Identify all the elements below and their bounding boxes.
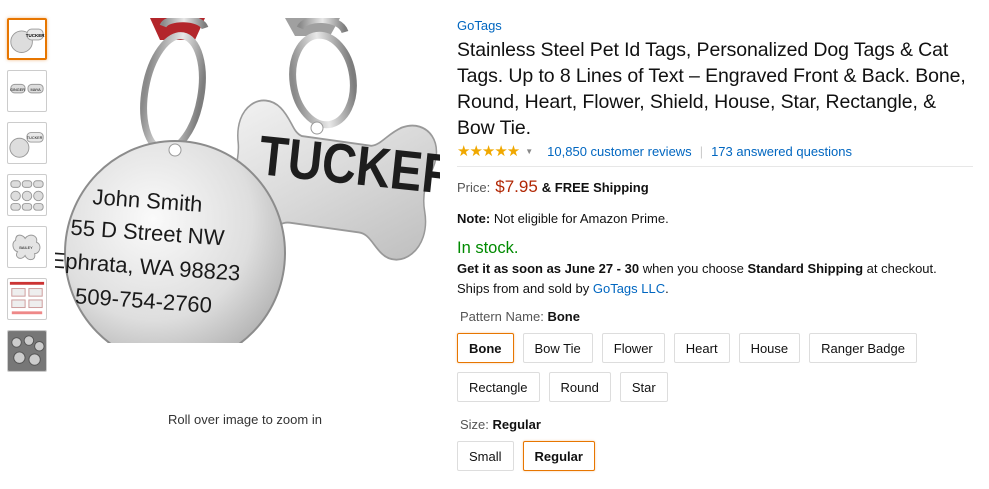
pattern-option-round[interactable]: Round [548,372,611,402]
pattern-option-heart[interactable]: Heart [673,333,730,363]
pattern-option-star[interactable]: Star [619,372,668,402]
product-photo: TUCKER John Smith 55 D Street NW Ephrata… [55,18,440,343]
product-info: GoTags Stainless Steel Pet Id Tags, Pers… [457,18,977,480]
svg-text:TUCKER: TUCKER [27,136,43,140]
delivery-when: when you choose [639,261,748,276]
svg-text:GINGER: GINGER [10,88,25,92]
prime-note: Note: Not eligible for Amazon Prime. [457,211,977,226]
brand-link[interactable]: GoTags [457,18,977,33]
pattern-option-bow-tie[interactable]: Bow Tie [522,333,593,363]
pattern-options: Bone Bow Tie Flower Heart House Ranger B… [457,333,977,411]
seller-link[interactable]: GoTags LLC [593,281,665,296]
price-row: Price: $7.95 & FREE Shipping [457,177,977,197]
main-product-image[interactable]: TUCKER John Smith 55 D Street NW Ephrata… [55,18,440,343]
size-label: Size: [460,417,489,432]
questions-link[interactable]: 173 answered questions [711,144,852,159]
star-rating-icon[interactable]: ★★★★★ [457,142,520,160]
thumbnail-7[interactable] [7,330,47,372]
thumbnail-1[interactable]: TUCKER [7,18,47,60]
ratings-row: ★★★★★ ▼ 10,850 customer reviews | 173 an… [457,142,977,160]
size-options: Small Regular [457,441,977,480]
pattern-option-rectangle[interactable]: Rectangle [457,372,540,402]
delivery-info: Get it as soon as June 27 - 30 when you … [457,259,977,299]
pattern-label-row: Pattern Name: Bone [460,309,977,324]
size-option-regular[interactable]: Regular [522,441,595,471]
thumbnail-strip: TUCKER GINGER MAYA TUCKER BAILEY [7,18,49,382]
pattern-option-ranger-badge[interactable]: Ranger Badge [809,333,917,363]
shipping-method: Standard Shipping [747,261,864,276]
pattern-option-bone[interactable]: Bone [457,333,514,363]
shipping-label: & FREE Shipping [541,180,649,195]
zoom-hint: Roll over image to zoom in [168,412,322,427]
ships-from-period: . [665,281,669,296]
pattern-option-house[interactable]: House [738,333,801,363]
chevron-down-icon[interactable]: ▼ [525,147,533,156]
price-label: Price: [457,180,491,195]
delivery-date: Get it as soon as June 27 - 30 [457,261,640,276]
svg-text:TUCKER: TUCKER [26,33,45,38]
stock-status: In stock. [457,239,519,257]
thumbnail-2[interactable]: GINGER MAYA [7,70,47,112]
ships-from-label: Ships from and sold by [457,281,593,296]
svg-text:MAYA: MAYA [30,88,41,92]
reviews-link[interactable]: 10,850 customer reviews [547,144,692,159]
divider-line [457,166,973,167]
size-label-row: Size: Regular [460,417,977,432]
pattern-label: Pattern Name: [460,309,544,324]
size-option-small[interactable]: Small [457,441,514,471]
size-selected: Regular [492,417,541,432]
thumbnail-4[interactable] [7,174,47,216]
delivery-after: at checkout. [863,261,937,276]
divider: | [699,143,704,159]
pattern-option-flower[interactable]: Flower [601,333,665,363]
thumbnail-6[interactable] [7,278,47,320]
note-text: Not eligible for Amazon Prime. [493,211,669,226]
svg-text:BAILEY: BAILEY [19,246,33,250]
product-title: Stainless Steel Pet Id Tags, Personalize… [457,39,966,139]
price-value: $7.95 [495,177,538,196]
note-label: Note: [457,211,491,226]
thumbnail-5[interactable]: BAILEY [7,226,47,268]
thumbnail-3[interactable]: TUCKER [7,122,47,164]
pattern-selected: Bone [547,309,580,324]
